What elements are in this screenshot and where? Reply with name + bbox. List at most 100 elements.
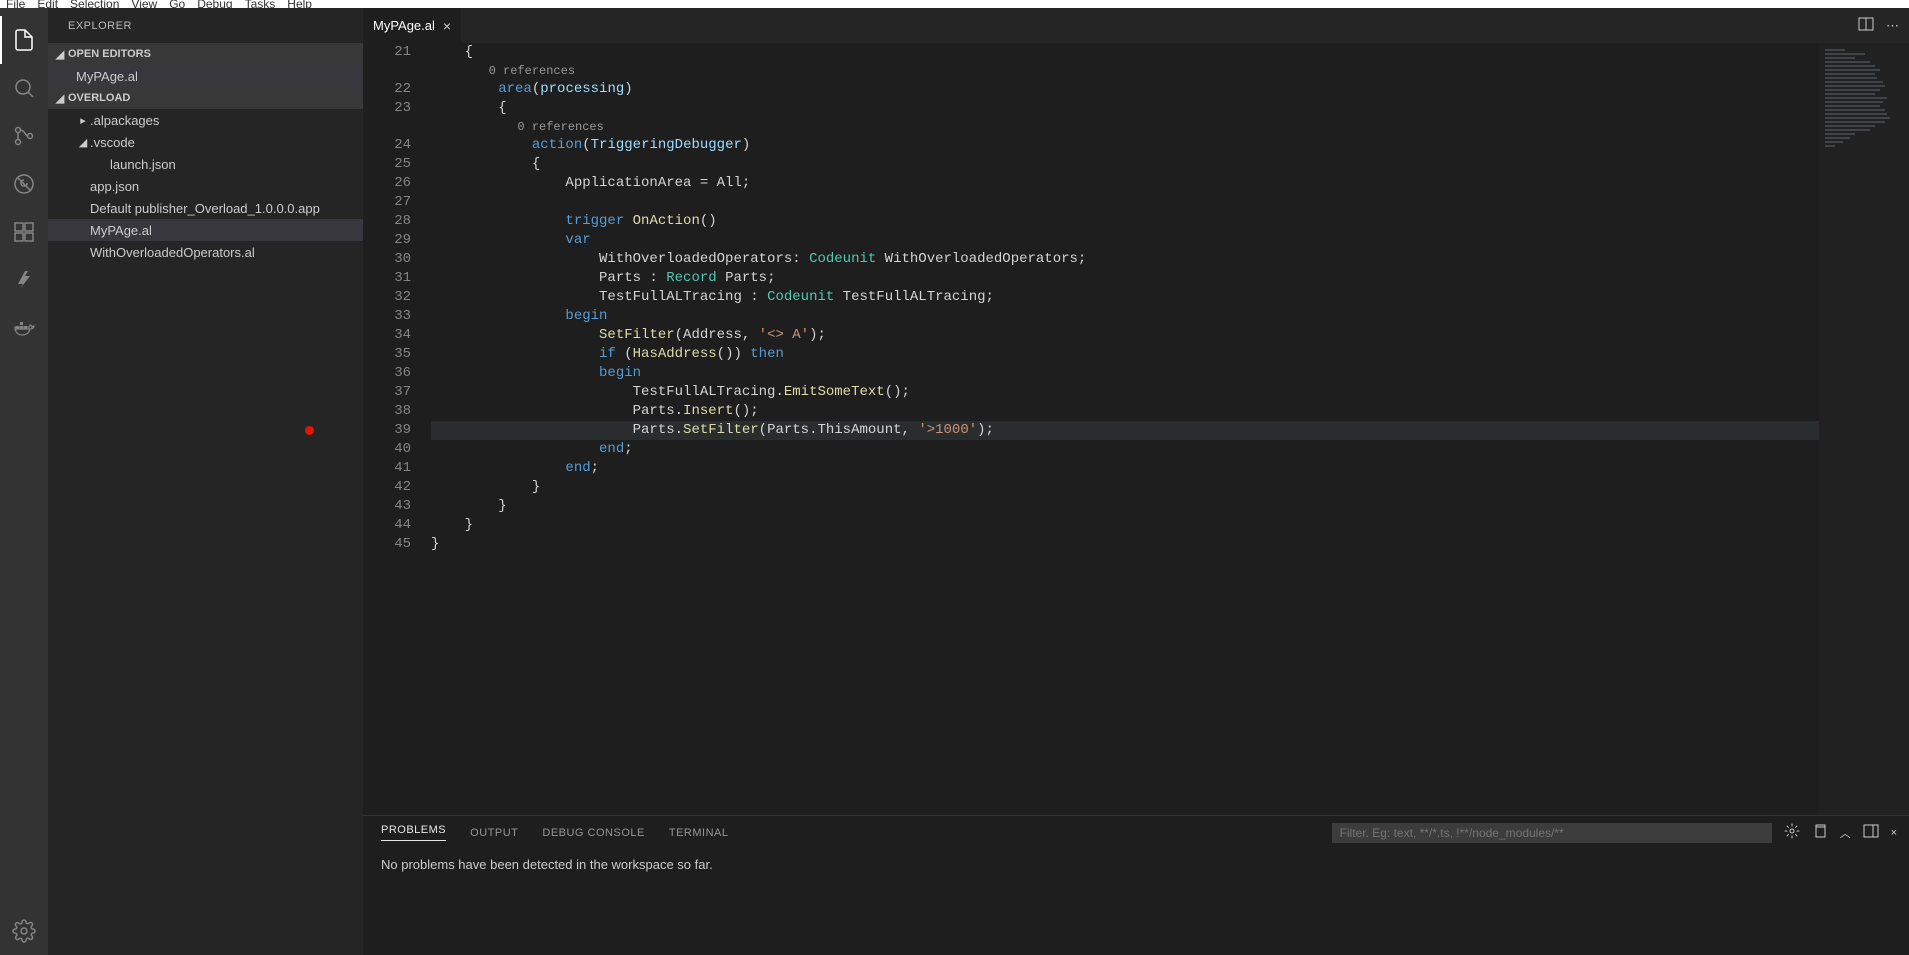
extensions-icon[interactable] bbox=[0, 208, 48, 256]
file-item[interactable]: launch.json bbox=[48, 153, 363, 175]
line-number[interactable]: 42 bbox=[363, 478, 411, 497]
code-editor[interactable]: 21 2223 2425262728293031323334353637383940… bbox=[363, 43, 1909, 815]
close-panel-icon[interactable]: × bbox=[1891, 827, 1897, 839]
toggle-panel-icon[interactable] bbox=[1863, 823, 1879, 842]
code-line[interactable]: Parts.SetFilter(Parts.ThisAmount, '>1000… bbox=[431, 421, 1819, 440]
search-icon[interactable] bbox=[0, 64, 48, 112]
code-line[interactable]: end; bbox=[431, 440, 1819, 459]
tree-label: launch.json bbox=[110, 157, 176, 172]
settings-gear-icon[interactable] bbox=[0, 907, 48, 955]
file-item[interactable]: MyPAge.al bbox=[48, 219, 363, 241]
file-item[interactable]: app.json bbox=[48, 175, 363, 197]
line-number[interactable]: 41 bbox=[363, 459, 411, 478]
line-number[interactable]: 36 bbox=[363, 364, 411, 383]
line-number[interactable]: 25 bbox=[363, 155, 411, 174]
tree-label: Default publisher_Overload_1.0.0.0.app bbox=[90, 201, 320, 216]
panel-tab-output[interactable]: OUTPUT bbox=[470, 827, 518, 839]
code-line[interactable]: Parts : Record Parts; bbox=[431, 269, 1819, 288]
minimap[interactable] bbox=[1819, 43, 1909, 815]
line-number[interactable]: 28 bbox=[363, 212, 411, 231]
code-line[interactable]: WithOverloadedOperators: Codeunit WithOv… bbox=[431, 250, 1819, 269]
code-line[interactable]: if (HasAddress()) then bbox=[431, 345, 1819, 364]
panel-tabs: PROBLEMS OUTPUT DEBUG CONSOLE TERMINAL ︿ × bbox=[363, 816, 1909, 849]
line-number[interactable]: 43 bbox=[363, 497, 411, 516]
line-number[interactable]: 23 bbox=[363, 99, 411, 118]
tree-label: WithOverloadedOperators.al bbox=[90, 245, 255, 260]
filter-settings-icon[interactable] bbox=[1784, 823, 1800, 842]
code-line[interactable]: action(TriggeringDebugger) bbox=[431, 136, 1819, 155]
line-number[interactable]: 31 bbox=[363, 269, 411, 288]
line-number[interactable]: 45 bbox=[363, 535, 411, 554]
code-line[interactable]: SetFilter(Address, '<> A'); bbox=[431, 326, 1819, 345]
line-number[interactable]: 35 bbox=[363, 345, 411, 364]
code-line[interactable]: } bbox=[431, 497, 1819, 516]
problems-message: No problems have been detected in the wo… bbox=[363, 849, 1909, 880]
problems-filter-input[interactable] bbox=[1332, 823, 1772, 843]
line-number[interactable]: 37 bbox=[363, 383, 411, 402]
code-line[interactable]: TestFullALTracing : Codeunit TestFullALT… bbox=[431, 288, 1819, 307]
line-number[interactable]: 27 bbox=[363, 193, 411, 212]
azure-icon[interactable] bbox=[0, 256, 48, 304]
file-item[interactable]: Default publisher_Overload_1.0.0.0.app bbox=[48, 197, 363, 219]
open-editor-item[interactable]: MyPAge.al bbox=[48, 65, 363, 87]
workspace-header[interactable]: ◢ OVERLOAD bbox=[48, 87, 363, 109]
tree-label: .alpackages bbox=[90, 113, 159, 128]
line-number[interactable]: 21 bbox=[363, 43, 411, 62]
open-editors-header[interactable]: ◢ OPEN EDITORS bbox=[48, 43, 363, 65]
tree-label: .vscode bbox=[90, 135, 135, 150]
code-line[interactable]: } bbox=[431, 478, 1819, 497]
panel-tab-problems[interactable]: PROBLEMS bbox=[381, 824, 446, 841]
code-line[interactable]: } bbox=[431, 516, 1819, 535]
code-line[interactable]: area(processing) bbox=[431, 80, 1819, 99]
line-number[interactable]: 29 bbox=[363, 231, 411, 250]
line-number[interactable]: 24 bbox=[363, 136, 411, 155]
explorer-icon[interactable] bbox=[0, 16, 48, 64]
code-line[interactable]: end; bbox=[431, 459, 1819, 478]
line-number[interactable]: 26 bbox=[363, 174, 411, 193]
file-item[interactable]: WithOverloadedOperators.al bbox=[48, 241, 363, 263]
docker-icon[interactable] bbox=[0, 304, 48, 352]
split-editor-icon[interactable] bbox=[1858, 16, 1874, 35]
close-icon[interactable]: × bbox=[443, 18, 451, 34]
line-number[interactable]: 33 bbox=[363, 307, 411, 326]
debug-icon[interactable] bbox=[0, 160, 48, 208]
panel-tab-terminal[interactable]: TERMINAL bbox=[669, 827, 729, 839]
line-number[interactable]: 38 bbox=[363, 402, 411, 421]
codelens[interactable]: 0 references bbox=[431, 62, 1819, 80]
code-line[interactable]: trigger OnAction() bbox=[431, 212, 1819, 231]
code-line[interactable]: begin bbox=[431, 364, 1819, 383]
tree-label: app.json bbox=[90, 179, 139, 194]
code-line[interactable]: } bbox=[431, 535, 1819, 554]
panel-tab-debug-console[interactable]: DEBUG CONSOLE bbox=[542, 827, 644, 839]
code-line[interactable]: { bbox=[431, 43, 1819, 62]
open-editors-label: OPEN EDITORS bbox=[68, 48, 151, 60]
code-line[interactable]: { bbox=[431, 155, 1819, 174]
line-number[interactable]: 40 bbox=[363, 440, 411, 459]
line-number[interactable]: 32 bbox=[363, 288, 411, 307]
code-line[interactable]: ApplicationArea = All; bbox=[431, 174, 1819, 193]
sidebar-title: EXPLORER bbox=[48, 8, 363, 43]
line-number[interactable]: 44 bbox=[363, 516, 411, 535]
code-line[interactable]: begin bbox=[431, 307, 1819, 326]
chevron-down-icon: ◢ bbox=[52, 92, 68, 105]
chevron-up-icon[interactable]: ︿ bbox=[1840, 825, 1851, 841]
source-control-icon[interactable] bbox=[0, 112, 48, 160]
code-line[interactable]: var bbox=[431, 231, 1819, 250]
code-line[interactable]: TestFullALTracing.EmitSomeText(); bbox=[431, 383, 1819, 402]
folder-.vscode[interactable]: ◢.vscode bbox=[48, 131, 363, 153]
bottom-panel: PROBLEMSOUTPUTDEBUG CONSOLETERMINAL ︿ × … bbox=[363, 815, 1909, 955]
tab-mypage[interactable]: MyPAge.al × bbox=[363, 8, 461, 43]
copy-icon[interactable] bbox=[1812, 823, 1828, 842]
more-icon[interactable]: ⋯ bbox=[1886, 18, 1899, 34]
line-number[interactable]: 22 bbox=[363, 80, 411, 99]
folder-.alpackages[interactable]: ▸.alpackages bbox=[48, 109, 363, 131]
code-line[interactable]: Parts.Insert(); bbox=[431, 402, 1819, 421]
activity-bar bbox=[0, 8, 48, 955]
chevron-down-icon: ◢ bbox=[52, 48, 68, 61]
line-number[interactable]: 30 bbox=[363, 250, 411, 269]
line-number[interactable]: 34 bbox=[363, 326, 411, 345]
code-line[interactable]: { bbox=[431, 99, 1819, 118]
line-number[interactable]: 39 bbox=[363, 421, 411, 440]
codelens[interactable]: 0 references bbox=[431, 118, 1819, 136]
code-line[interactable] bbox=[431, 193, 1819, 212]
